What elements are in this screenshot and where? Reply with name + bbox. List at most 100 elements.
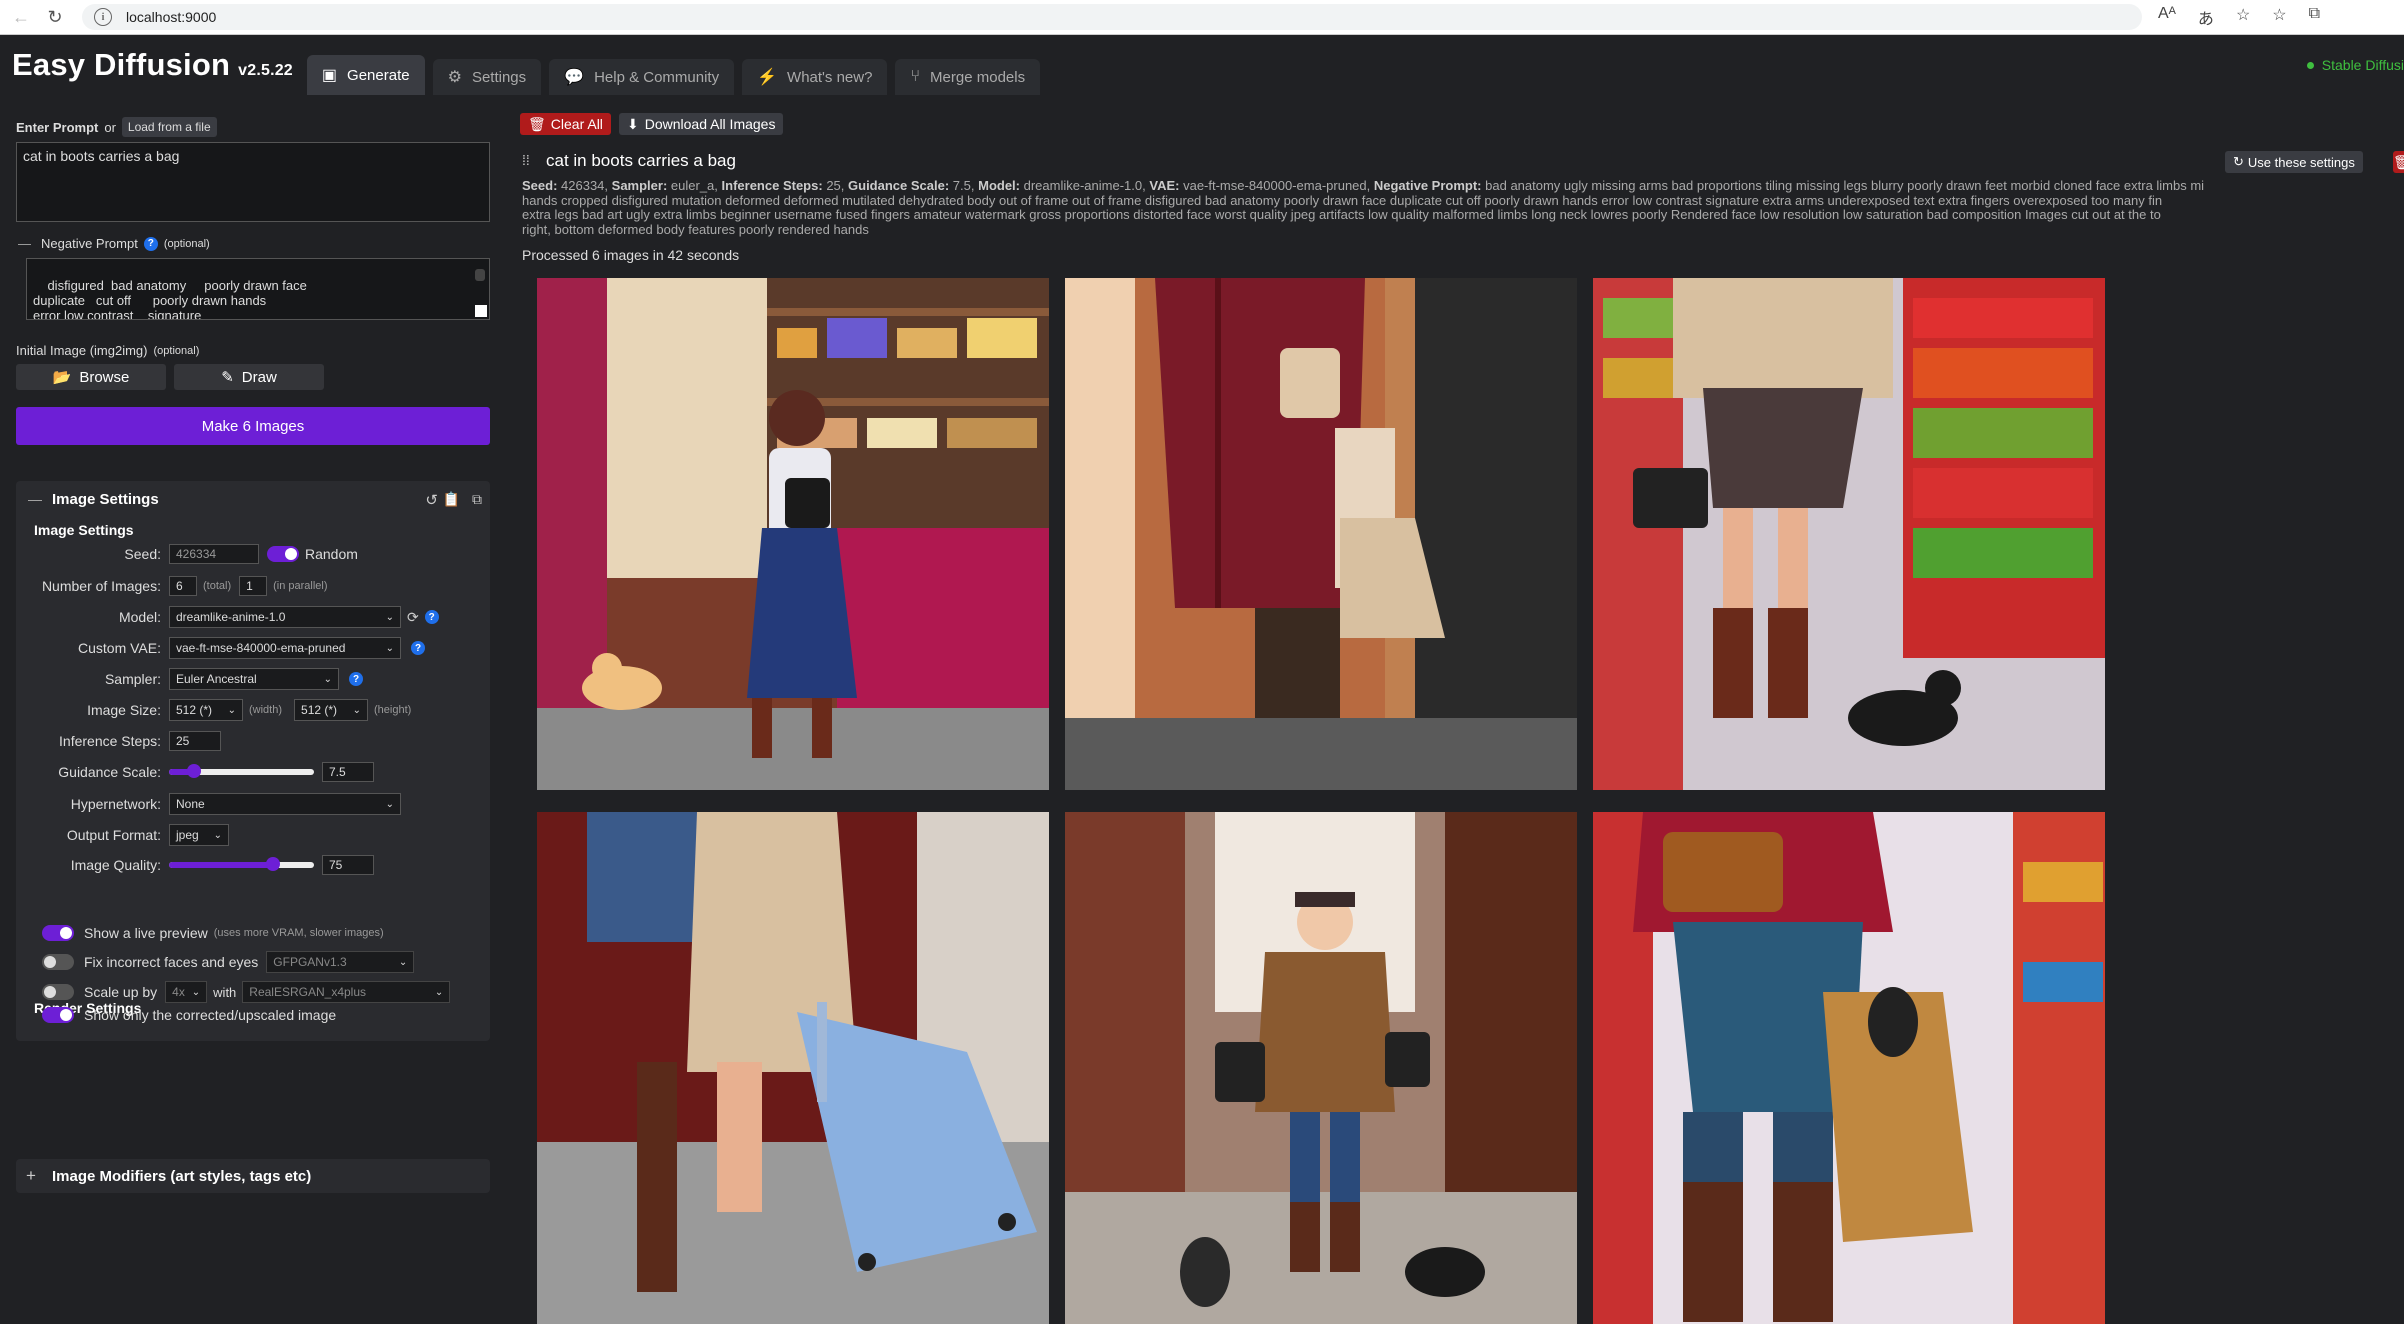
download-all-button[interactable]: ⬇ Download All Images — [619, 113, 784, 135]
generated-image-3[interactable] — [1593, 278, 2105, 790]
favorite-icon[interactable]: ☆ — [2236, 5, 2250, 29]
load-from-file-button[interactable]: Load from a file — [121, 117, 217, 137]
image-settings-subheader: Image Settings — [34, 522, 134, 538]
tab-merge-models[interactable]: ⑂ Merge models — [895, 59, 1041, 95]
status-dot — [2306, 61, 2314, 69]
guidance-scale-slider[interactable] — [169, 764, 314, 778]
app-header: Easy Diffusion v2.5.22 ▣ Generate ⚙ Setting… — [0, 35, 2404, 95]
grid-icon[interactable]: ⁞⁞ — [522, 152, 530, 168]
folder-icon: 📂 — [52, 369, 72, 386]
bolt-icon: ⚡ — [757, 69, 778, 86]
extensions-icon[interactable]: ⧉ — [2309, 5, 2320, 29]
clear-all-button[interactable]: 🗑 Clear All — [520, 113, 611, 135]
help-icon[interactable]: ? — [411, 641, 425, 655]
negative-collapse-toggle[interactable]: — — [18, 236, 31, 251]
refresh-icon[interactable]: ⟳ — [407, 609, 419, 626]
random-label: Random — [305, 546, 358, 562]
upscaled-only-toggle[interactable] — [42, 1007, 74, 1023]
image-quality-slider[interactable] — [169, 857, 314, 871]
generated-image-5[interactable] — [1065, 812, 1577, 1324]
chevron-down-icon: ⌄ — [213, 829, 222, 841]
seed-input[interactable]: 426334 — [169, 544, 259, 564]
width-hint: (width) — [249, 704, 283, 716]
app-version: v2.5.22 — [238, 62, 293, 79]
make-images-button[interactable]: Make 6 Images — [16, 407, 490, 445]
remove-task-button[interactable]: 🗑 — [2393, 151, 2404, 173]
pencil-icon: ✎ — [221, 369, 234, 386]
width-select[interactable]: 512 (*) ⌄ — [169, 699, 243, 721]
help-icon[interactable]: ? — [143, 236, 158, 251]
initial-image-label: Initial Image (img2img) — [16, 343, 148, 358]
editor-panel: Enter Prompt or Load from a file cat in … — [0, 95, 505, 1324]
sampler-select[interactable]: Euler Ancestral ⌄ — [169, 668, 339, 690]
help-icon[interactable]: ? — [349, 672, 363, 686]
face-model-select[interactable]: GFPGANv1.3 ⌄ — [266, 951, 415, 973]
site-info-icon[interactable]: i — [94, 8, 112, 26]
scrollbar-thumb[interactable] — [475, 269, 485, 281]
live-preview-hint: (uses more VRAM, slower images) — [213, 927, 384, 939]
generated-image-2[interactable] — [1065, 278, 1577, 790]
translate-icon[interactable]: あ — [2198, 5, 2214, 29]
prompt-label: Enter Prompt — [16, 119, 99, 135]
fix-faces-toggle[interactable] — [42, 954, 74, 970]
fix-faces-label: Fix incorrect faces and eyes — [84, 954, 259, 970]
read-aloud-icon[interactable]: Aᴬ — [2158, 5, 2176, 29]
image-modifiers-label: Image Modifiers (art styles, tags etc) — [52, 1168, 312, 1185]
live-preview-toggle[interactable] — [42, 925, 74, 941]
image-modifiers-panel[interactable]: + Image Modifiers (art styles, tags etc) — [16, 1159, 490, 1193]
tab-whats-new[interactable]: ⚡ What's new? — [742, 59, 888, 95]
total-hint: (total) — [203, 580, 232, 592]
generated-image-6[interactable] — [1593, 812, 2105, 1324]
chevron-down-icon: ⌄ — [398, 956, 408, 968]
slider-knob[interactable] — [187, 764, 201, 778]
image-quality-label: Image Quality: — [70, 857, 161, 873]
tab-help-community[interactable]: 💬 Help & Community — [549, 59, 735, 95]
live-preview-label: Show a live preview — [84, 925, 208, 941]
prompt-input[interactable]: cat in boots carries a bag — [16, 142, 490, 222]
help-icon[interactable]: ? — [424, 610, 439, 624]
generated-image-1[interactable] — [537, 278, 1049, 790]
browse-button[interactable]: 📂 Browse — [16, 364, 166, 390]
tab-settings[interactable]: ⚙ Settings — [432, 59, 542, 95]
num-images-input[interactable]: 6 — [169, 576, 197, 596]
upscaled-only-label: Show only the corrected/upscaled image — [84, 1007, 337, 1023]
copy-icon[interactable]: ⧉ — [472, 491, 482, 508]
task-title: cat in boots carries a bag — [546, 151, 736, 170]
upscale-with-label: with — [213, 984, 237, 1000]
negative-prompt-input[interactable]: disfigured bad anatomy poorly drawn face… — [26, 258, 490, 320]
comments-icon: 💬 — [564, 69, 585, 86]
generated-image-4[interactable] — [537, 812, 1049, 1324]
upscale-factor-select[interactable]: 4x ⌄ — [165, 981, 208, 1003]
height-hint: (height) — [374, 704, 412, 716]
draw-button[interactable]: ✎ Draw — [174, 364, 324, 390]
vae-select[interactable]: vae-ft-mse-840000-ema-pruned ⌄ — [169, 637, 401, 659]
inference-steps-input[interactable]: 25 — [169, 731, 221, 751]
parallel-input[interactable]: 1 — [239, 576, 268, 596]
resize-handle[interactable] — [475, 305, 487, 317]
upscale-model-select[interactable]: RealESRGAN_x4plus ⌄ — [242, 981, 451, 1003]
address-bar[interactable]: i localhost:9000 — [82, 4, 2142, 30]
height-select[interactable]: 512 (*) ⌄ — [294, 699, 369, 721]
back-icon[interactable]: ← — [8, 4, 34, 30]
favorites-icon[interactable]: ☆ — [2272, 5, 2286, 29]
hypernetwork-label: Hypernetwork: — [70, 796, 161, 812]
sampler-label: Sampler: — [104, 671, 161, 687]
guidance-scale-input[interactable]: 7.5 — [322, 762, 374, 782]
expand-toggle[interactable]: + — [26, 1166, 36, 1186]
upscale-toggle[interactable] — [42, 984, 74, 1000]
slider-knob[interactable] — [266, 857, 280, 871]
prompt-or: or — [104, 119, 116, 135]
reset-icon[interactable]: ↺ — [425, 491, 438, 509]
tab-generate[interactable]: ▣ Generate — [306, 55, 425, 95]
inference-steps-label: Inference Steps: — [59, 733, 161, 749]
model-select[interactable]: dreamlike-anime-1.0 ⌄ — [169, 606, 401, 628]
use-these-settings-button[interactable]: ↻ Use these settings — [2225, 151, 2363, 173]
clipboard-icon[interactable]: 📋 — [443, 491, 460, 508]
hypernetwork-select[interactable]: None ⌄ — [169, 793, 401, 815]
random-seed-toggle[interactable] — [267, 546, 299, 562]
reload-icon[interactable]: ↻ — [42, 4, 68, 30]
collapse-toggle[interactable]: — — [28, 491, 42, 507]
output-format-select[interactable]: jpeg ⌄ — [169, 824, 229, 846]
image-quality-input[interactable]: 75 — [322, 855, 374, 875]
chevron-down-icon: ⌄ — [191, 986, 201, 998]
